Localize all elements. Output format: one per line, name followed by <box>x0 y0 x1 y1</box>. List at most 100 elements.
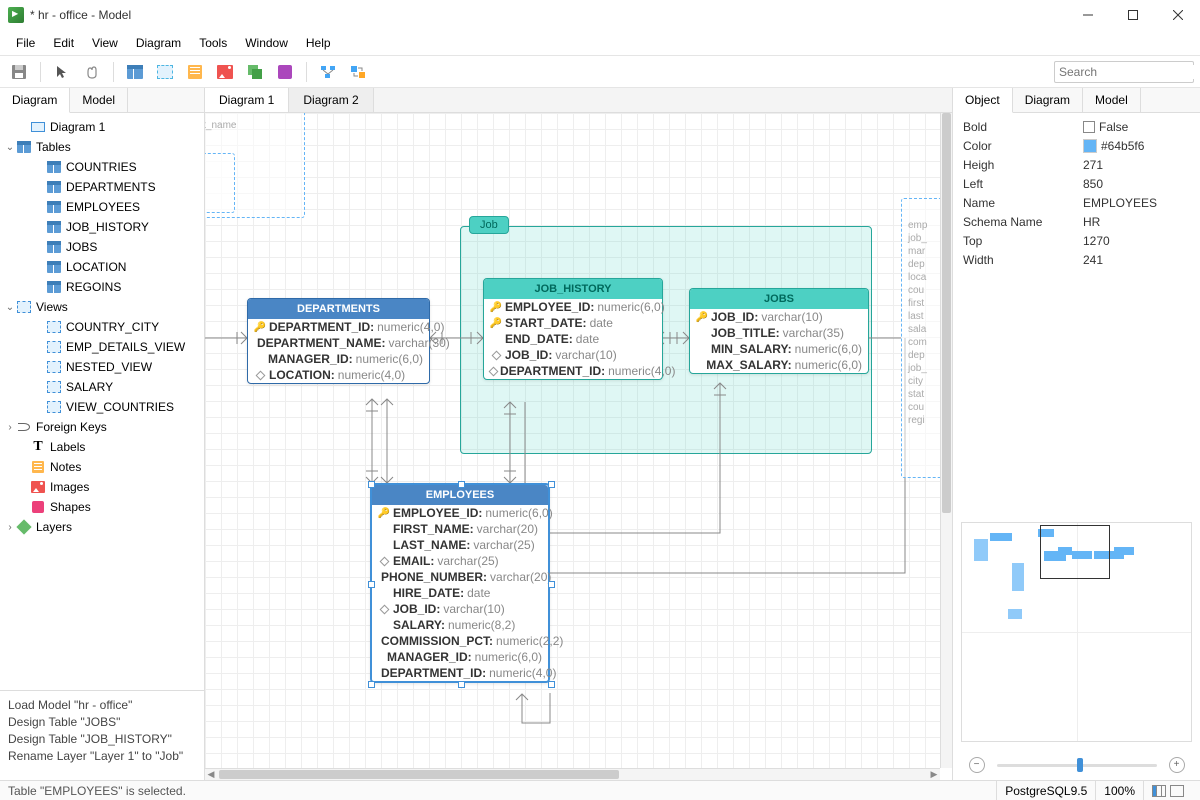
right-tab-diagram[interactable]: Diagram <box>1013 88 1083 112</box>
selection-handle[interactable] <box>548 481 555 488</box>
menu-diagram[interactable]: Diagram <box>128 33 189 53</box>
tree-view-salary[interactable]: SALARY <box>0 377 204 397</box>
prop-bold[interactable]: BoldFalse <box>953 117 1200 136</box>
selection-handle[interactable] <box>458 481 465 488</box>
tree-images[interactable]: Images <box>0 477 204 497</box>
menu-view[interactable]: View <box>84 33 126 53</box>
column-row[interactable]: LAST_NAME: varchar(25) <box>372 537 548 553</box>
left-tab-model[interactable]: Model <box>70 88 128 112</box>
tree-foreign-keys[interactable]: ›Foreign Keys <box>0 417 204 437</box>
scroll-left-icon[interactable]: ◀ <box>205 769 217 780</box>
tree-labels[interactable]: TLabels <box>0 437 204 457</box>
column-row[interactable]: MANAGER_ID: numeric(6,0) <box>372 649 548 665</box>
column-row[interactable]: MIN_SALARY: numeric(6,0) <box>690 341 868 357</box>
history-entry[interactable]: Design Table "JOBS" <box>8 714 196 731</box>
selection-handle[interactable] <box>368 581 375 588</box>
new-shape-tool[interactable] <box>242 59 268 85</box>
scroll-right-icon[interactable]: ▶ <box>928 769 940 780</box>
doc-tab[interactable]: Diagram 2 <box>289 88 373 112</box>
zoom-out-button[interactable]: − <box>969 757 985 773</box>
property-grid[interactable]: BoldFalseColor#64b5f6Heigh271Left850Name… <box>953 113 1200 273</box>
column-row[interactable]: DEPARTMENT_NAME: varchar(30) <box>248 335 429 351</box>
column-row[interactable]: COMMISSION_PCT: numeric(2,2) <box>372 633 548 649</box>
selection-handle[interactable] <box>548 681 555 688</box>
column-row[interactable]: END_DATE: date <box>484 331 662 347</box>
column-row[interactable]: SALARY: numeric(8,2) <box>372 617 548 633</box>
column-row[interactable]: MAX_SALARY: numeric(6,0) <box>690 357 868 373</box>
sync-button[interactable] <box>345 59 371 85</box>
column-row[interactable]: EMAIL: varchar(25) <box>372 553 548 569</box>
minimap[interactable] <box>961 522 1192 742</box>
auto-layout-button[interactable] <box>315 59 341 85</box>
menu-window[interactable]: Window <box>237 33 296 53</box>
menu-help[interactable]: Help <box>298 33 339 53</box>
menu-tools[interactable]: Tools <box>191 33 235 53</box>
tree-tables[interactable]: ⌄Tables <box>0 137 204 157</box>
layout-toggle[interactable] <box>1143 781 1192 800</box>
selection-handle[interactable] <box>548 581 555 588</box>
new-view-tool[interactable] <box>152 59 178 85</box>
column-row[interactable]: LOCATION: numeric(4,0) <box>248 367 429 383</box>
tree-table-regoins[interactable]: REGOINS <box>0 277 204 297</box>
new-image-tool[interactable] <box>212 59 238 85</box>
left-tab-diagram[interactable]: Diagram <box>0 88 70 113</box>
tree-view-country_city[interactable]: COUNTRY_CITY <box>0 317 204 337</box>
column-row[interactable]: 🔑EMPLOYEE_ID: numeric(6,0) <box>372 505 548 521</box>
column-row[interactable]: FIRST_NAME: varchar(20) <box>372 521 548 537</box>
tree-diagram[interactable]: Diagram 1 <box>0 117 204 137</box>
prop-top[interactable]: Top1270 <box>953 231 1200 250</box>
selection-handle[interactable] <box>368 681 375 688</box>
pointer-tool[interactable] <box>49 59 75 85</box>
column-row[interactable]: 🔑DEPARTMENT_ID: numeric(4,0) <box>248 319 429 335</box>
column-row[interactable]: PHONE_NUMBER: varchar(20) <box>372 569 548 585</box>
prop-heigh[interactable]: Heigh271 <box>953 155 1200 174</box>
tree-layers[interactable]: ›Layers <box>0 517 204 537</box>
selection-handle[interactable] <box>368 481 375 488</box>
column-row[interactable]: 🔑EMPLOYEE_ID: numeric(6,0) <box>484 299 662 315</box>
entity-jobs[interactable]: JOBS🔑JOB_ID: varchar(10)JOB_TITLE: varch… <box>689 288 869 374</box>
column-row[interactable]: JOB_ID: varchar(10) <box>372 601 548 617</box>
doc-tab[interactable]: Diagram 1 <box>205 88 289 112</box>
offscreen-entity-left[interactable]: vincenameme <box>205 153 235 213</box>
new-layer-tool[interactable] <box>272 59 298 85</box>
tree-table-job_history[interactable]: JOB_HISTORY <box>0 217 204 237</box>
maximize-button[interactable] <box>1110 0 1155 30</box>
entity-job-history[interactable]: JOB_HISTORY🔑EMPLOYEE_ID: numeric(6,0)🔑ST… <box>483 278 663 380</box>
tree-view-nested_view[interactable]: NESTED_VIEW <box>0 357 204 377</box>
right-tab-model[interactable]: Model <box>1083 88 1141 112</box>
menu-file[interactable]: File <box>8 33 43 53</box>
layer-label[interactable]: Job <box>469 216 509 234</box>
tree-views[interactable]: ⌄Views <box>0 297 204 317</box>
layout-single-icon[interactable] <box>1170 785 1184 797</box>
offscreen-entity-right[interactable]: empjob_mardeplocacoufirstlastsalacomdepj… <box>901 198 940 478</box>
column-row[interactable]: JOB_TITLE: varchar(35) <box>690 325 868 341</box>
entity-employees[interactable]: EMPLOYEES🔑EMPLOYEE_ID: numeric(6,0)FIRST… <box>370 483 550 683</box>
column-row[interactable]: DEPARTMENT_ID: numeric(4,0) <box>484 363 662 379</box>
prop-left[interactable]: Left850 <box>953 174 1200 193</box>
minimize-button[interactable] <box>1065 0 1110 30</box>
column-row[interactable]: DEPARTMENT_ID: numeric(4,0) <box>372 665 548 681</box>
tree-view-view_countries[interactable]: VIEW_COUNTRIES <box>0 397 204 417</box>
checkbox-icon[interactable] <box>1083 121 1095 133</box>
tree-table-jobs[interactable]: JOBS <box>0 237 204 257</box>
tree-view-emp_details_view[interactable]: EMP_DETAILS_VIEW <box>0 337 204 357</box>
zoom-slider[interactable] <box>997 764 1157 767</box>
tree-table-countries[interactable]: COUNTRIES <box>0 157 204 177</box>
menu-edit[interactable]: Edit <box>45 33 82 53</box>
canvas-scroll-vertical[interactable] <box>940 113 952 768</box>
zoom-in-button[interactable]: + <box>1169 757 1185 773</box>
canvas-scroll-horizontal[interactable]: ◀ ▶ <box>205 768 940 780</box>
history-entry[interactable]: Rename Layer "Layer 1" to "Job" <box>8 748 196 765</box>
tree-notes[interactable]: Notes <box>0 457 204 477</box>
column-row[interactable]: MANAGER_ID: numeric(6,0) <box>248 351 429 367</box>
prop-name[interactable]: NameEMPLOYEES <box>953 193 1200 212</box>
color-swatch[interactable] <box>1083 139 1097 153</box>
column-row[interactable]: HIRE_DATE: date <box>372 585 548 601</box>
new-table-tool[interactable] <box>122 59 148 85</box>
prop-color[interactable]: Color#64b5f6 <box>953 136 1200 155</box>
tree-table-location[interactable]: LOCATION <box>0 257 204 277</box>
column-row[interactable]: 🔑JOB_ID: varchar(10) <box>690 309 868 325</box>
save-button[interactable] <box>6 59 32 85</box>
tree-shapes[interactable]: Shapes <box>0 497 204 517</box>
close-button[interactable] <box>1155 0 1200 30</box>
